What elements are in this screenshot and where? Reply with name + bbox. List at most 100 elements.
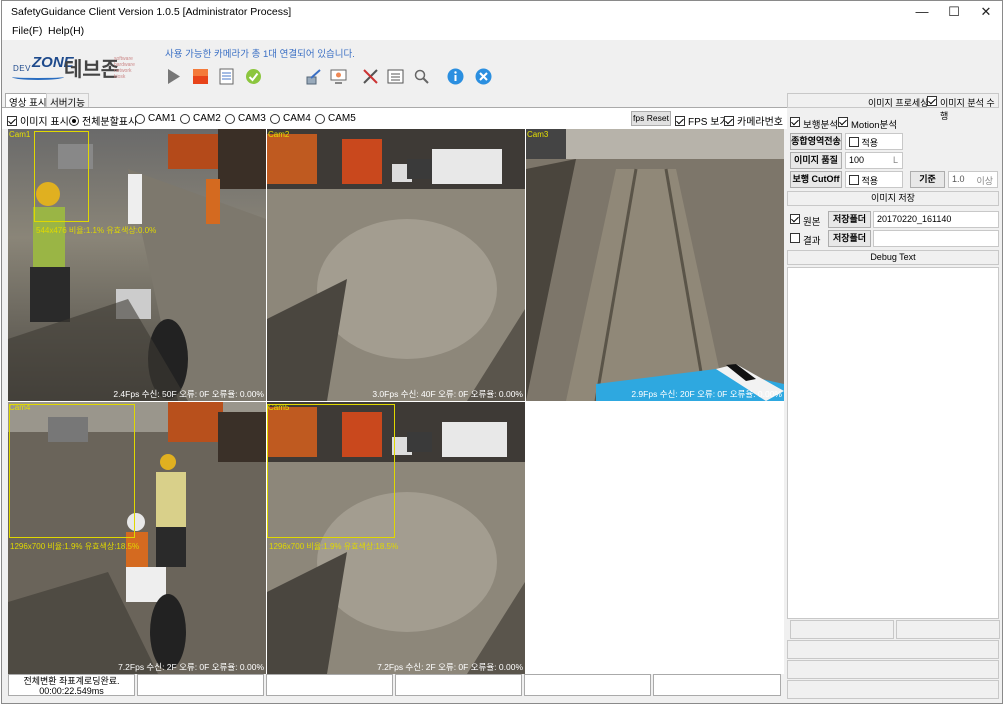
fps-reset-button[interactable]: fps Reset — [631, 111, 671, 126]
folder-path-input[interactable]: 20170220_161140 — [873, 211, 999, 228]
app-window: SafetyGuidance Client Version 1.0.5 [Adm… — [1, 0, 1003, 704]
status-cell-6 — [653, 674, 781, 696]
cam2-stats: 3.0Fps 수신: 40F 오류: 0F 오류율: 0.00% — [372, 389, 523, 399]
cam5-stats: 7.2Fps 수신: 2F 오류: 0F 오류율: 0.00% — [377, 662, 523, 672]
cam5-option[interactable]: CAM5 — [315, 113, 356, 124]
camera-view-5[interactable]: 1296x700 비율:1.9% 유효색상:18.5% Cam5 7.2Fps … — [267, 402, 525, 674]
cam2-radio[interactable] — [180, 113, 190, 124]
show-all-label: 전체분할표시 — [82, 117, 138, 128]
bottom-left-pane — [790, 620, 894, 639]
logo-swoosh — [12, 74, 64, 80]
right-panel: 이미지 프로세싱 이미지 분석 수행 보행분석 Motion분석 종합영역전송 … — [787, 93, 1002, 703]
bottom-bar-2 — [787, 660, 999, 679]
apply2-checkbox[interactable] — [849, 175, 859, 185]
cam4-name: Cam4 — [9, 403, 31, 412]
result-folder-input[interactable] — [873, 230, 999, 247]
cam5-roi-label: 1296x700 비율:1.9% 유효색상:18.5% — [269, 542, 399, 551]
debug-text-header: Debug Text — [787, 250, 999, 265]
camera-view-4[interactable]: 1296x700 비율:1.9% 유효색상:18.5% Cam4 7.2Fps … — [8, 402, 266, 674]
cam3-video-frame — [526, 129, 784, 401]
motion-analysis-checkbox[interactable] — [838, 117, 848, 127]
result-checkbox[interactable] — [790, 233, 800, 243]
title-bar: SafetyGuidance Client Version 1.0.5 [Adm… — [2, 1, 1002, 23]
cam1-radio[interactable] — [135, 113, 145, 124]
fps-view-option[interactable]: FPS 보기 — [675, 113, 729, 128]
standard-value: 1.0 — [952, 174, 965, 184]
camera-grid: 544x476 비율:1.1% 유효색상:0.0% Cam1 2.4Fps 수신… — [8, 129, 784, 674]
play-icon[interactable] — [165, 68, 182, 85]
fps-view-checkbox[interactable] — [675, 115, 685, 126]
camera-view-3[interactable]: Cam3 2.9Fps 수신: 20F 오류: 0F 오류율: 0.00% — [526, 129, 784, 401]
image-quality-button[interactable]: 이미지 품질 — [790, 152, 842, 169]
save-folder-button-1[interactable]: 저장폴더 — [828, 211, 871, 228]
motion-analysis-label: Motion분석 — [851, 120, 897, 131]
image-save-header: 이미지 저장 — [787, 191, 999, 206]
walk-cutoff-button[interactable]: 보행 CutOff — [790, 171, 842, 188]
cam5-name: Cam5 — [268, 403, 290, 412]
show-all-radio[interactable] — [69, 115, 79, 126]
show-all-option[interactable]: 전체분할표시 — [69, 113, 137, 128]
cam4-option[interactable]: CAM4 — [270, 113, 311, 124]
minimize-button[interactable]: — — [906, 1, 938, 23]
tools-icon[interactable] — [362, 68, 379, 85]
monitor-settings-icon[interactable] — [330, 68, 347, 85]
show-image-option[interactable]: 이미지 표시 — [7, 113, 69, 128]
original-checkbox[interactable] — [790, 214, 800, 224]
cam4-radio[interactable] — [270, 113, 280, 124]
cam3-name: Cam3 — [527, 130, 549, 139]
stop-icon[interactable] — [192, 68, 209, 85]
standard-input[interactable]: 1.0 이상 — [948, 171, 998, 188]
document-icon[interactable] — [218, 68, 235, 85]
cam3-radio[interactable] — [225, 113, 235, 124]
check-icon[interactable] — [245, 68, 262, 85]
menu-help[interactable]: Help(H) — [48, 25, 84, 37]
image-quality-input[interactable]: 100 L — [845, 152, 903, 169]
region-transfer-button[interactable]: 종합영역전송 — [790, 133, 842, 150]
debug-text-area[interactable] — [787, 267, 999, 619]
save-folder-button-2[interactable]: 저장폴더 — [828, 230, 871, 247]
camera-view-2[interactable]: Cam2 3.0Fps 수신: 40F 오류: 0F 오류율: 0.00% — [267, 129, 525, 401]
menu-file[interactable]: File(F) — [12, 25, 42, 37]
show-image-checkbox[interactable] — [7, 115, 17, 126]
cam5-radio[interactable] — [315, 113, 325, 124]
bottom-bar-3 — [787, 680, 999, 699]
logo-korean-text: 데브존 — [64, 59, 120, 81]
logo-tagline: software hardware network kiosk — [114, 56, 135, 80]
run-analysis-checkbox[interactable] — [927, 96, 937, 106]
list-icon[interactable] — [387, 68, 404, 85]
tab-server-function[interactable]: 서버기능 — [46, 93, 89, 109]
apply1-checkbox[interactable] — [849, 137, 859, 147]
original-save-row: 원본 저장폴더 20170220_161140 — [787, 210, 999, 229]
close-circle-icon[interactable] — [475, 68, 492, 85]
image-quality-unit: L — [892, 155, 898, 165]
cam2-option[interactable]: CAM2 — [180, 113, 221, 124]
tab-video-display[interactable]: 영상 표시 — [5, 93, 51, 109]
camera-number-checkbox[interactable] — [724, 115, 734, 126]
analysis-options-row: 보행분석 Motion분석 — [787, 114, 999, 133]
cam2-video-frame — [267, 129, 525, 401]
cam4-roi-label: 1296x700 비율:1.9% 유효색상:18.5% — [10, 542, 140, 551]
image-processing-header: 이미지 프로세싱 이미지 분석 수행 — [787, 93, 999, 121]
edit-tools-icon[interactable] — [305, 68, 322, 85]
search-icon[interactable] — [413, 68, 430, 85]
bottom-right-pane — [896, 620, 1000, 639]
status-cell-4 — [395, 674, 522, 696]
standard-button[interactable]: 기준 — [910, 171, 945, 188]
cam1-label: CAM1 — [148, 113, 176, 124]
cam3-stats: 2.9Fps 수신: 20F 오류: 0F 오류율: 0.00% — [631, 389, 782, 399]
cam3-option[interactable]: CAM3 — [225, 113, 266, 124]
status-cell-3 — [266, 674, 393, 696]
camera-status-message: 사용 가능한 카메라가 총 1대 연결되어 있습니다. — [165, 49, 355, 60]
maximize-button[interactable]: ☐ — [938, 1, 970, 23]
walk-analysis-checkbox[interactable] — [790, 117, 800, 127]
apply1-label: 적용 — [861, 138, 879, 148]
cam2-label: CAM2 — [193, 113, 221, 124]
original-label: 원본 — [803, 217, 821, 228]
camera-view-1[interactable]: 544x476 비율:1.1% 유효색상:0.0% Cam1 2.4Fps 수신… — [8, 129, 266, 401]
close-button[interactable]: ✕ — [970, 1, 1002, 23]
camera-number-option[interactable]: 카메라번호 — [724, 113, 783, 128]
info-icon[interactable] — [447, 68, 464, 85]
cam1-roi-box — [34, 131, 89, 222]
result-label: 결과 — [803, 236, 821, 247]
cam1-option[interactable]: CAM1 — [135, 113, 176, 124]
